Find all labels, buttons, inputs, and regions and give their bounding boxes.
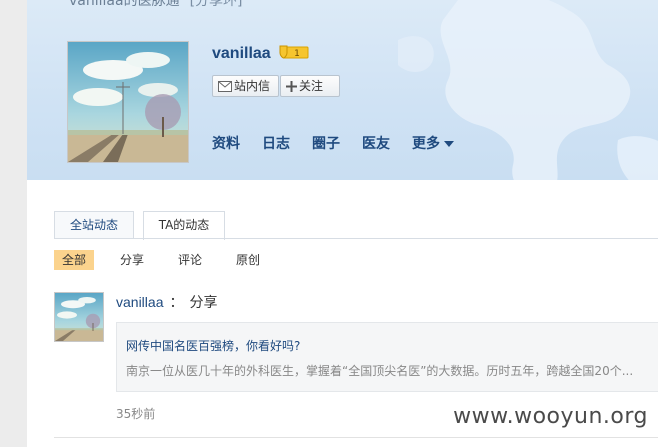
tab-user-activity[interactable]: TA的动态 bbox=[143, 211, 225, 240]
filter-all[interactable]: 全部 bbox=[54, 250, 95, 270]
feed-divider bbox=[54, 437, 658, 438]
nav-item-friends[interactable]: 医友 bbox=[362, 133, 390, 153]
feed-colon: ： bbox=[169, 295, 184, 311]
profile-avatar[interactable] bbox=[67, 41, 189, 163]
nav-item-groups[interactable]: 圈子 bbox=[312, 133, 340, 153]
level-badge-icon: 1 bbox=[279, 45, 309, 59]
nav-item-more[interactable]: 更多 bbox=[412, 133, 454, 153]
shared-article-card[interactable]: 网传中国名医百强榜，你看好吗? 南京一位从医几十年的外科医生，掌握着“全国顶尖名… bbox=[116, 322, 658, 392]
feed-header: vanillaa ： 分享 bbox=[116, 292, 217, 312]
nav-more-label: 更多 bbox=[412, 136, 440, 152]
profile-username[interactable]: vanillaa bbox=[212, 45, 271, 63]
message-button-label: 站内信 bbox=[234, 79, 271, 93]
feed-timestamp: 35秒前 bbox=[116, 407, 156, 421]
tab-divider bbox=[54, 238, 658, 239]
chevron-down-icon bbox=[444, 141, 454, 147]
filter-comment[interactable]: 评论 bbox=[170, 250, 210, 270]
message-button[interactable]: 站内信 bbox=[212, 75, 279, 97]
nav-item-blog[interactable]: 日志 bbox=[262, 133, 290, 153]
profile-page: vanillaa的医脉通 [分享环] vanillaa 1 站内信 关注 资料 … bbox=[27, 0, 658, 447]
top-title: vanillaa的医脉通 [分享环] bbox=[69, 0, 243, 9]
shared-article-title[interactable]: 网传中国名医百强榜，你看好吗? bbox=[126, 337, 300, 354]
profile-nav: 资料 日志 圈子 医友 更多 bbox=[212, 133, 454, 153]
follow-button-label: 关注 bbox=[299, 79, 324, 93]
filter-share[interactable]: 分享 bbox=[112, 250, 152, 270]
nav-item-profile[interactable]: 资料 bbox=[212, 133, 240, 153]
feed-avatar-image bbox=[55, 293, 103, 341]
svg-text:1: 1 bbox=[294, 49, 300, 59]
avatar-image bbox=[68, 42, 188, 162]
filter-original[interactable]: 原创 bbox=[228, 250, 268, 270]
tab-site-activity[interactable]: 全站动态 bbox=[54, 211, 134, 238]
world-map-decoration bbox=[398, 0, 658, 180]
follow-button[interactable]: 关注 bbox=[280, 75, 340, 97]
feed-username[interactable]: vanillaa bbox=[116, 294, 163, 310]
shared-article-summary: 南京一位从医几十年的外科医生，掌握着“全国顶尖名医”的大数据。历时五年，跨越全国… bbox=[126, 364, 634, 378]
feed-action: 分享 bbox=[189, 295, 218, 311]
envelope-icon bbox=[218, 81, 232, 92]
site-watermark: www.wooyun.org bbox=[451, 404, 650, 429]
plus-icon bbox=[286, 81, 297, 92]
feed-avatar[interactable] bbox=[54, 292, 104, 342]
activity-filters: 全部 分享 评论 原创 bbox=[54, 250, 286, 270]
